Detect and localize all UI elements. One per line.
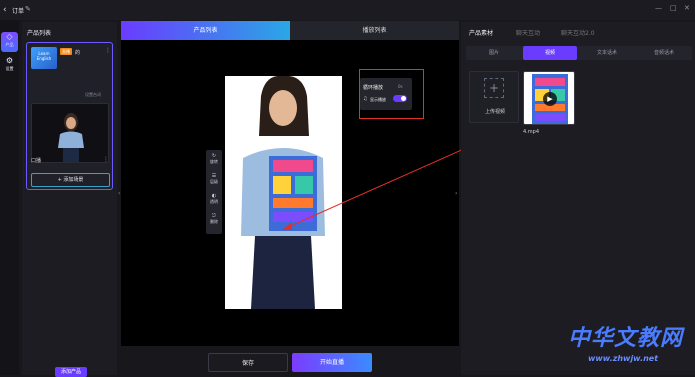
- plus-icon: +: [484, 78, 504, 98]
- upload-video-tile[interactable]: + 上传视频: [469, 71, 519, 123]
- save-button[interactable]: 保存: [208, 353, 288, 372]
- subtab-image[interactable]: 图片: [466, 46, 522, 60]
- subtab-text-script[interactable]: 文本话术: [579, 46, 635, 60]
- watermark-url: www.zhwjw.net: [588, 354, 659, 363]
- start-live-button[interactable]: 开始直播: [292, 353, 372, 372]
- video-thumbnail[interactable]: ▶: [523, 71, 575, 125]
- video-filename: 4.mp4: [523, 129, 539, 135]
- watermark-brand: 中华文教网: [568, 326, 684, 351]
- upload-video-label: 上传视频: [484, 109, 505, 115]
- material-subtabs: 图片 视频 文本话术 音频话术: [466, 46, 692, 60]
- subtab-audio-script[interactable]: 音频话术: [636, 46, 692, 60]
- subtab-video[interactable]: 视频: [523, 46, 577, 60]
- tab-chat-interaction[interactable]: 聊天互动: [516, 28, 540, 37]
- play-icon[interactable]: ▶: [543, 92, 557, 106]
- tab-chat-interaction-2[interactable]: 聊天互动2.0: [561, 28, 595, 37]
- watermark-logo: 中华文教网 www.zhwjw.net: [560, 318, 695, 375]
- tab-product-materials[interactable]: 产品素材: [469, 28, 493, 37]
